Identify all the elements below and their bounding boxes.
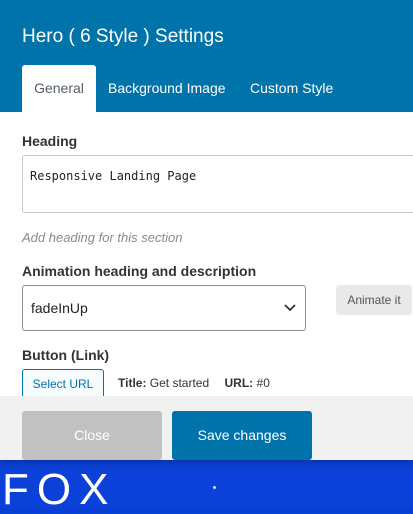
link-url-value: #0 bbox=[256, 376, 270, 390]
heading-help-text: Add heading for this section bbox=[22, 230, 183, 245]
heading-label: Heading bbox=[22, 133, 78, 149]
link-url-key: URL: bbox=[224, 376, 254, 390]
close-button[interactable]: Close bbox=[22, 411, 162, 460]
animation-select[interactable]: fadeInUp bbox=[22, 285, 306, 331]
link-title-value: Get started bbox=[149, 376, 210, 390]
modal-title: Hero ( 6 Style ) Settings bbox=[22, 26, 224, 47]
modal-body[interactable]: Heading Responsive Landing Page Add head… bbox=[0, 112, 413, 396]
settings-modal: Hero ( 6 Style ) Settings General Backgr… bbox=[0, 0, 413, 460]
animation-select-value: fadeInUp bbox=[31, 300, 88, 316]
save-changes-button[interactable]: Save changes bbox=[172, 411, 312, 460]
background-brand-text: FOX bbox=[2, 465, 117, 514]
tab-custom-style[interactable]: Custom Style bbox=[250, 65, 333, 112]
button-link-label: Button (Link) bbox=[22, 347, 110, 363]
select-url-button[interactable]: Select URL bbox=[22, 369, 104, 396]
link-title-key: Title: bbox=[118, 376, 147, 390]
modal-header: Hero ( 6 Style ) Settings General Backgr… bbox=[0, 0, 413, 112]
tab-general[interactable]: General bbox=[22, 65, 96, 112]
chevron-down-icon bbox=[284, 304, 296, 312]
animation-label: Animation heading and description bbox=[22, 263, 257, 279]
link-meta: Title: Get started URL: #0 bbox=[118, 376, 270, 390]
animate-it-button[interactable]: Animate it bbox=[336, 285, 412, 315]
heading-input[interactable]: Responsive Landing Page bbox=[22, 155, 413, 213]
tab-background-image[interactable]: Background Image bbox=[108, 65, 226, 112]
modal-footer: Close Save changes bbox=[0, 396, 413, 460]
background-dot bbox=[213, 486, 216, 489]
